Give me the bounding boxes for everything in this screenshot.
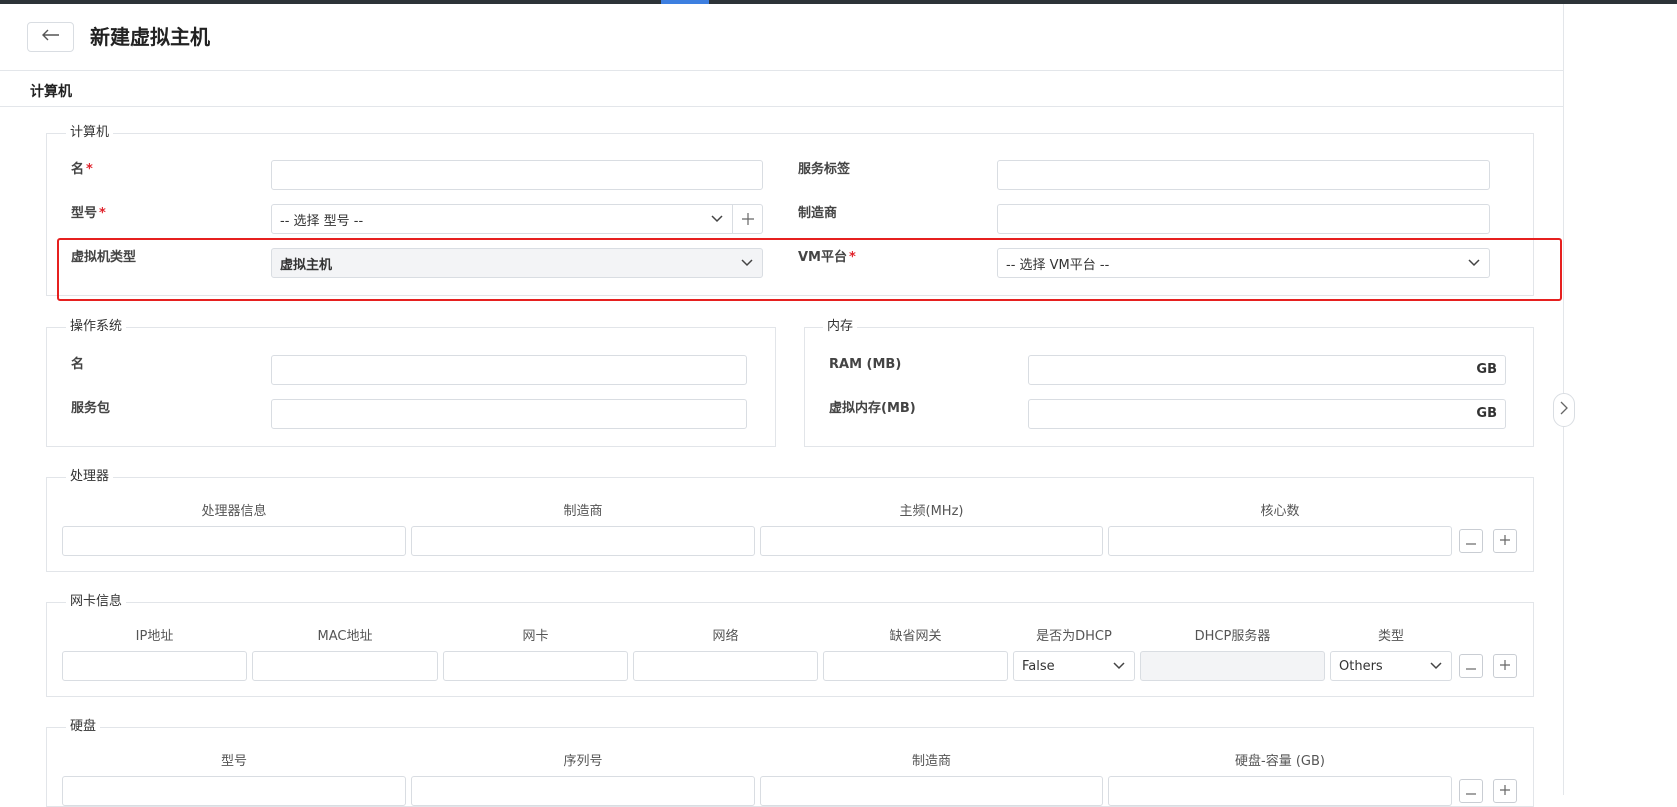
computer-legend: 计算机 [66,125,114,141]
disk-remove-button[interactable] [1459,779,1483,803]
os-name-input[interactable] [271,355,747,385]
disk-legend: 硬盘 [66,719,101,735]
highlight-box [57,238,1562,301]
processor-col-frequency: 主频(MHz) [899,504,964,519]
header-divider [0,70,1564,71]
disk-add-button[interactable] [1493,779,1517,803]
manufacturer-input[interactable] [997,204,1490,234]
service-tag-label: 服务标签 [798,162,851,177]
minus-icon [1466,533,1476,549]
processor-legend: 处理器 [66,469,114,485]
nic-col-mac: MAC地址 [317,629,373,644]
mac-address-input[interactable] [252,651,438,681]
network-input[interactable] [633,651,818,681]
page-title: 新建虚拟主机 [90,25,210,49]
virtual-memory-label: 虚拟内存(MB) [829,401,916,416]
name-label: 名 * [71,162,93,177]
nic-col-dhcp: 是否为DHCP [1036,629,1112,644]
section-divider [0,106,1564,107]
nic-type-select[interactable]: Others [1330,651,1452,681]
service-tag-input[interactable] [997,160,1490,190]
disk-serial-input[interactable] [411,776,755,806]
dhcp-server-input [1140,651,1325,681]
minus-icon [1466,658,1476,674]
model-select-value: -- 选择 型号 -- [280,213,364,229]
arrow-left-icon [41,29,60,45]
plus-icon [741,210,754,229]
side-panel-toggle[interactable] [1553,393,1575,427]
memory-fieldset [804,327,1534,447]
chevron-down-icon [710,212,724,226]
service-pack-label: 服务包 [71,401,111,416]
memory-legend: 内存 [823,319,858,335]
minus-icon [1466,783,1476,799]
nic-type-select-value: Others [1339,658,1383,674]
nic-col-nic: 网卡 [522,629,549,644]
dhcp-select[interactable]: False [1013,651,1135,681]
disk-capacity-input[interactable] [1108,776,1452,806]
nic-input[interactable] [443,651,628,681]
disk-col-model: 型号 [220,754,247,769]
nic-remove-button[interactable] [1459,654,1483,678]
service-pack-input[interactable] [271,399,747,429]
processor-col-info: 处理器信息 [201,504,267,519]
ram-input[interactable]: GB [1028,355,1506,385]
processor-manufacturer-input[interactable] [411,526,755,556]
computer-name-input[interactable] [271,160,763,190]
ram-label: RAM (MB) [829,357,902,372]
processor-col-manufacturer: 制造商 [563,504,603,519]
nic-legend: 网卡信息 [66,594,127,610]
ip-address-input[interactable] [62,651,247,681]
disk-col-manufacturer: 制造商 [911,754,951,769]
nic-col-network: 网络 [712,629,739,644]
disk-col-capacity: 硬盘-容量 (GB) [1235,754,1325,769]
disk-model-input[interactable] [62,776,406,806]
add-model-button[interactable] [733,204,763,234]
chevron-down-icon [1112,659,1126,673]
back-button[interactable] [27,22,74,52]
required-mark: * [99,206,106,221]
nic-fieldset [46,602,1534,697]
dhcp-select-value: False [1022,658,1055,674]
disk-manufacturer-input[interactable] [760,776,1103,806]
processor-fieldset [46,477,1534,572]
os-legend: 操作系统 [66,319,127,335]
nic-col-ip: IP地址 [135,629,174,644]
gateway-input[interactable] [823,651,1008,681]
chevron-down-icon [1429,659,1443,673]
model-select[interactable]: -- 选择 型号 -- [271,204,733,234]
nic-col-dhcp-server: DHCP服务器 [1194,629,1271,644]
disk-col-serial: 序列号 [563,754,603,769]
nic-col-gateway: 缺省网关 [889,629,942,644]
plus-icon [1500,658,1510,674]
required-mark: * [86,162,93,177]
processor-remove-button[interactable] [1459,529,1483,553]
plus-icon [1500,533,1510,549]
manufacturer-label: 制造商 [798,206,838,221]
processor-cores-input[interactable] [1108,526,1452,556]
section-title: 计算机 [30,84,72,100]
chevron-right-icon [1560,401,1568,419]
processor-add-button[interactable] [1493,529,1517,553]
os-fieldset [46,327,776,447]
plus-icon [1500,783,1510,799]
processor-frequency-input[interactable] [760,526,1103,556]
ram-unit: GB [1476,362,1497,377]
processor-col-cores: 核心数 [1260,504,1300,519]
virtual-memory-input[interactable]: GB [1028,399,1506,429]
model-label: 型号 * [71,206,106,221]
nic-add-button[interactable] [1493,654,1517,678]
nic-col-type: 类型 [1377,629,1404,644]
processor-info-input[interactable] [62,526,406,556]
virtual-memory-unit: GB [1476,406,1497,421]
os-name-label: 名 [71,357,85,372]
